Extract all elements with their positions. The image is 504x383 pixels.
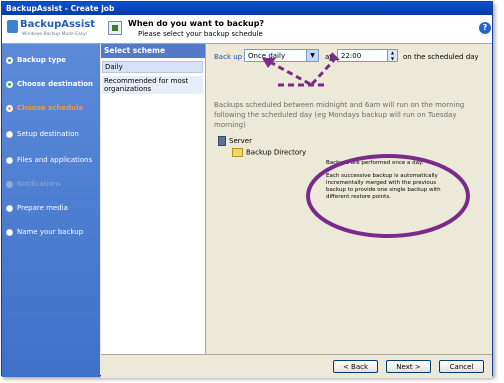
info-line-2: Each successive backup is automatically … (326, 173, 441, 200)
page-subtitle: Please select your backup schedule (138, 30, 263, 38)
tree-directory-label: Backup Directory (246, 148, 307, 157)
scheme-info: Backups are performed once a day. Each s… (326, 160, 454, 201)
step-pending-icon (6, 228, 13, 236)
step-prepare-media[interactable]: Prepare media (6, 202, 68, 214)
step-setup-destination[interactable]: Setup destination (6, 128, 79, 140)
schedule-panel: Back up Once daily ▼ at: 22:00 ▲ ▼ on the… (206, 44, 492, 354)
tree-backup-directory[interactable]: Backup Directory (232, 148, 306, 157)
step-label: Choose destination (17, 80, 94, 88)
create-job-window: BackupAssist - Create job BackupAssist W… (1, 1, 493, 378)
frequency-value: Once daily (248, 52, 286, 60)
scheduled-day-label: on the scheduled day (403, 53, 479, 61)
step-pending-icon (6, 130, 13, 138)
next-button[interactable]: Next > (386, 360, 431, 373)
tree-server[interactable]: Server (218, 136, 252, 146)
step-label: Backup type (17, 56, 66, 64)
step-pending-icon (6, 156, 13, 164)
step-pending-icon (6, 204, 13, 212)
backupassist-logo: BackupAssist Windows Backup Made Easy! (2, 15, 100, 43)
chevron-down-icon[interactable]: ▼ (306, 50, 318, 61)
step-notifications: Notifications (6, 178, 61, 190)
step-choose-destination[interactable]: Choose destination (6, 78, 93, 90)
at-label: at: (325, 53, 335, 61)
logo-tagline: Windows Backup Made Easy! (22, 32, 88, 37)
step-label: Notifications (17, 180, 61, 188)
folder-icon (232, 148, 243, 157)
schedule-note: Backups scheduled between midnight and 6… (214, 101, 465, 129)
time-value: 22:00 (341, 52, 362, 60)
step-files-and-applications[interactable]: Files and applications (6, 154, 92, 166)
wizard-footer: < Back Next > Cancel (101, 354, 492, 378)
server-icon (218, 136, 226, 146)
logo-mark-icon (7, 20, 18, 33)
step-label: Name your backup (17, 228, 84, 236)
step-done-icon (6, 56, 13, 64)
info-line-1: Backups are performed once a day. (326, 160, 424, 166)
tree-server-label: Server (229, 137, 252, 145)
time-input[interactable]: 22:00 ▲ ▼ (337, 49, 398, 62)
page-title: When do you want to backup? (128, 19, 265, 28)
help-icon[interactable]: ? (479, 22, 491, 34)
time-spinner-icon[interactable]: ▲ ▼ (387, 50, 397, 61)
scheme-item-daily[interactable]: Daily (102, 61, 203, 73)
schedule-icon (108, 21, 122, 35)
step-choose-schedule[interactable]: Choose schedule (6, 102, 83, 114)
wizard-steps: Backup type Choose destination Choose sc… (2, 44, 100, 377)
step-label: Prepare media (17, 204, 68, 212)
step-label: Setup destination (17, 130, 79, 138)
scheme-panel: Select scheme Daily Recommended for most… (101, 44, 206, 354)
step-label: Files and applications (17, 156, 93, 164)
step-backup-type[interactable]: Backup type (6, 54, 66, 66)
window-title: BackupAssist - Create job (2, 2, 492, 15)
step-label: Choose schedule (17, 104, 84, 112)
cancel-button[interactable]: Cancel (439, 360, 484, 373)
step-current-icon (6, 104, 13, 112)
wizard-header: BackupAssist Windows Backup Made Easy! W… (2, 15, 492, 44)
scheme-heading: Select scheme (101, 44, 205, 58)
scheme-description: Recommended for most organizations (102, 76, 203, 94)
frequency-select[interactable]: Once daily ▼ (244, 49, 319, 62)
back-button[interactable]: < Back (333, 360, 378, 373)
step-name-your-backup[interactable]: Name your backup (6, 226, 83, 238)
logo-brand: BackupAssist (20, 19, 96, 30)
step-disabled-icon (6, 180, 13, 188)
step-done-icon (6, 80, 13, 88)
backup-label: Back up (214, 53, 243, 61)
